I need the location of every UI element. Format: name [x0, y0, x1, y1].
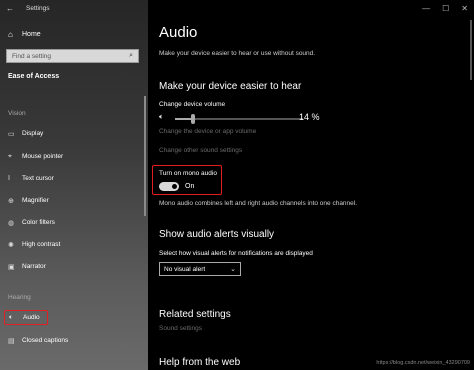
sidebar-item-audio[interactable]: 🔈︎ Audio	[4, 310, 48, 325]
sidebar-item-high-contrast[interactable]: ✺ High contrast	[4, 237, 144, 252]
back-arrow-icon[interactable]: ←	[6, 4, 20, 13]
sidebar-item-color-filters[interactable]: ◍ Color filters	[4, 215, 144, 230]
sidebar-item-magnifier[interactable]: ⊕ Magnifier	[4, 193, 144, 208]
visual-alert-select[interactable]: No visual alert ⌄	[159, 262, 241, 276]
sidebar-item-label: Magnifier	[22, 197, 49, 204]
nav-home-label: Home	[22, 30, 41, 38]
color-filters-icon: ◍	[8, 219, 15, 227]
visual-alert-value: No visual alert	[164, 265, 206, 273]
search-icon[interactable]: ⌕	[129, 52, 133, 60]
sidebar-item-label: Closed captions	[22, 337, 69, 344]
sidebar-item-closed-captions[interactable]: ▤ Closed captions	[4, 333, 144, 348]
mono-audio-toggle[interactable]	[159, 181, 179, 191]
watermark: https://blog.csdn.net/weixin_43290709	[376, 360, 470, 366]
group-label-hearing: Hearing	[8, 294, 31, 301]
chevron-down-icon: ⌄	[230, 266, 236, 273]
section-heading-help: Help from the web	[159, 357, 241, 368]
narrator-icon: ▣	[8, 263, 15, 271]
close-icon[interactable]: ✕	[461, 4, 468, 13]
page-subtitle: Make your device easier to hear or use w…	[159, 50, 316, 57]
sidebar-item-label: Text cursor	[22, 175, 54, 182]
toggle-knob	[172, 183, 177, 189]
title-bar: ← Settings	[0, 0, 148, 16]
sidebar-item-label: Mouse pointer	[22, 153, 64, 160]
mono-audio-state: On	[185, 182, 195, 190]
sidebar-scrollbar[interactable]	[144, 96, 146, 216]
link-sound-settings[interactable]: Sound settings	[159, 325, 202, 332]
search-input[interactable]: Find a setting ⌕	[6, 49, 139, 63]
minimize-icon[interactable]: —	[422, 4, 430, 13]
sidebar-item-text-cursor[interactable]: I Text cursor	[4, 171, 144, 186]
home-icon: ⌂	[8, 29, 13, 39]
link-change-device-volume[interactable]: Change the device or app volume	[159, 128, 256, 135]
speaker-icon: 🔈︎	[9, 313, 14, 321]
main-scrollbar[interactable]	[470, 20, 472, 80]
sidebar-item-label: Color filters	[22, 219, 55, 226]
sidebar-item-label: High contrast	[22, 241, 61, 248]
sidebar: ← Settings ⌂ Home Find a setting ⌕ Ease …	[0, 0, 148, 370]
window-title: Settings	[26, 4, 50, 12]
volume-value: 14 %	[299, 112, 320, 122]
magnifier-icon: ⊕	[8, 197, 14, 205]
high-contrast-icon: ✺	[8, 241, 14, 249]
group-label-vision: Vision	[8, 110, 26, 117]
link-other-sound-settings[interactable]: Change other sound settings	[159, 147, 242, 154]
volume-track[interactable]	[175, 114, 303, 124]
sidebar-item-label: Display	[22, 130, 44, 137]
sidebar-item-narrator[interactable]: ▣ Narrator	[4, 259, 144, 274]
section-heading-hear: Make your device easier to hear	[159, 81, 302, 92]
mono-audio-description: Mono audio combines left and right audio…	[159, 200, 358, 207]
speaker-icon: 🔈︎	[159, 112, 164, 121]
main-content: — ☐ ✕ Audio Make your device easier to h…	[148, 0, 474, 370]
text-cursor-icon: I	[8, 175, 10, 182]
sidebar-item-mouse-pointer[interactable]: ⌖ Mouse pointer	[4, 149, 144, 164]
window-controls: — ☐ ✕	[422, 0, 468, 16]
sidebar-item-label: Narrator	[22, 263, 46, 270]
volume-thumb[interactable]	[190, 114, 195, 124]
maximize-icon[interactable]: ☐	[442, 4, 449, 13]
sidebar-item-label: Audio	[23, 314, 40, 321]
sidebar-section-title: Ease of Access	[8, 73, 60, 80]
mono-audio-toggle-row[interactable]: On	[159, 181, 194, 191]
page-title: Audio	[159, 24, 198, 41]
search-placeholder: Find a setting	[12, 52, 52, 60]
section-heading-visual-alerts: Show audio alerts visually	[159, 229, 275, 240]
section-heading-related: Related settings	[159, 309, 231, 320]
volume-label: Change device volume	[159, 101, 226, 108]
mouse-pointer-icon: ⌖	[8, 152, 12, 160]
display-icon: ▭	[8, 130, 15, 138]
nav-home[interactable]: ⌂ Home	[0, 26, 148, 42]
visual-alert-label: Select how visual alerts for notificatio…	[159, 250, 313, 257]
mono-audio-label: Turn on mono audio	[159, 170, 217, 177]
closed-captions-icon: ▤	[8, 337, 15, 345]
sidebar-item-display[interactable]: ▭ Display	[4, 126, 144, 141]
